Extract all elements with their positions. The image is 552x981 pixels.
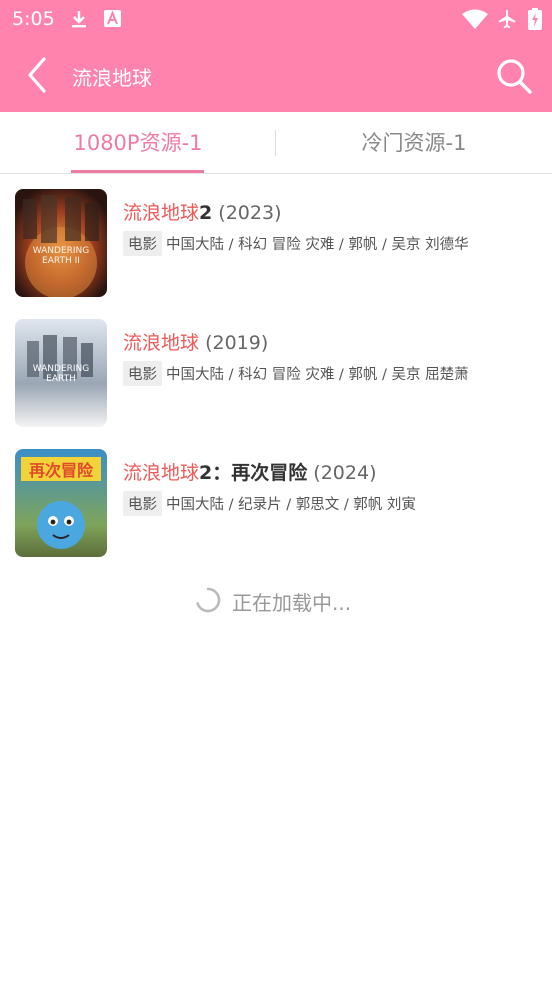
download-icon bbox=[72, 11, 86, 28]
result-title: 流浪地球2 (2023) bbox=[123, 202, 282, 224]
search-icon[interactable] bbox=[494, 56, 534, 96]
result-title: 流浪地球2：再次冒险 (2024) bbox=[123, 462, 377, 484]
category-badge: 电影 bbox=[123, 361, 162, 386]
tab-rare[interactable]: 冷门资源-1 bbox=[316, 112, 512, 174]
status-bar: 5:05 bbox=[0, 0, 552, 38]
a-notification-icon bbox=[104, 10, 121, 27]
list-item[interactable]: WANDERING EARTH II 流浪地球2 (2023) 电影 中国大陆 /… bbox=[0, 174, 552, 304]
svg-text:WANDERING: WANDERING bbox=[33, 364, 90, 374]
tab-indicator bbox=[71, 170, 204, 173]
page-title: 流浪地球 bbox=[72, 66, 152, 90]
category-badge: 电影 bbox=[123, 491, 162, 516]
loading-indicator: 正在加载中... bbox=[0, 584, 552, 616]
svg-text:EARTH II: EARTH II bbox=[42, 256, 80, 266]
spinner-icon bbox=[196, 587, 221, 613]
list-item[interactable]: 再次冒险 流浪地球2：再次冒险 (2024) 电影 中国大陆 / 纪录片 / 郭思… bbox=[0, 434, 552, 564]
wifi-icon bbox=[462, 9, 488, 29]
svg-text:WANDERING: WANDERING bbox=[33, 246, 90, 256]
result-title: 流浪地球 (2019) bbox=[123, 332, 269, 354]
airplane-icon bbox=[498, 9, 516, 29]
result-meta: 电影 中国大陆 / 科幻 冒险 灾难 / 郭帆 / 吴京 刘德华 bbox=[123, 231, 543, 256]
back-arrow-icon[interactable] bbox=[22, 56, 54, 94]
poster-image: 再次冒险 bbox=[15, 449, 107, 557]
poster-image: WANDERING EARTH II bbox=[15, 189, 107, 297]
app-bar: 5:05 流浪地球 bbox=[0, 0, 552, 112]
result-meta: 电影 中国大陆 / 纪录片 / 郭思文 / 郭帆 刘寅 bbox=[123, 491, 543, 516]
poster-image: WANDERING EARTH bbox=[15, 319, 107, 427]
status-time: 5:05 bbox=[12, 8, 55, 30]
tab-1080p[interactable]: 1080P资源-1 bbox=[40, 112, 236, 174]
loading-text: 正在加载中... bbox=[232, 591, 352, 615]
svg-text:EARTH: EARTH bbox=[46, 374, 76, 384]
category-badge: 电影 bbox=[123, 231, 162, 256]
battery-icon bbox=[528, 8, 542, 30]
result-meta: 电影 中国大陆 / 科幻 冒险 灾难 / 郭帆 / 吴京 屈楚萧 bbox=[123, 361, 543, 386]
toolbar: 流浪地球 bbox=[0, 44, 552, 106]
svg-text:再次冒险: 再次冒险 bbox=[29, 461, 94, 480]
list-item[interactable]: WANDERING EARTH 流浪地球 (2019) 电影 中国大陆 / 科幻 … bbox=[0, 304, 552, 434]
source-tabs: 1080P资源-1 冷门资源-1 bbox=[0, 112, 552, 174]
tab-divider bbox=[275, 130, 276, 156]
